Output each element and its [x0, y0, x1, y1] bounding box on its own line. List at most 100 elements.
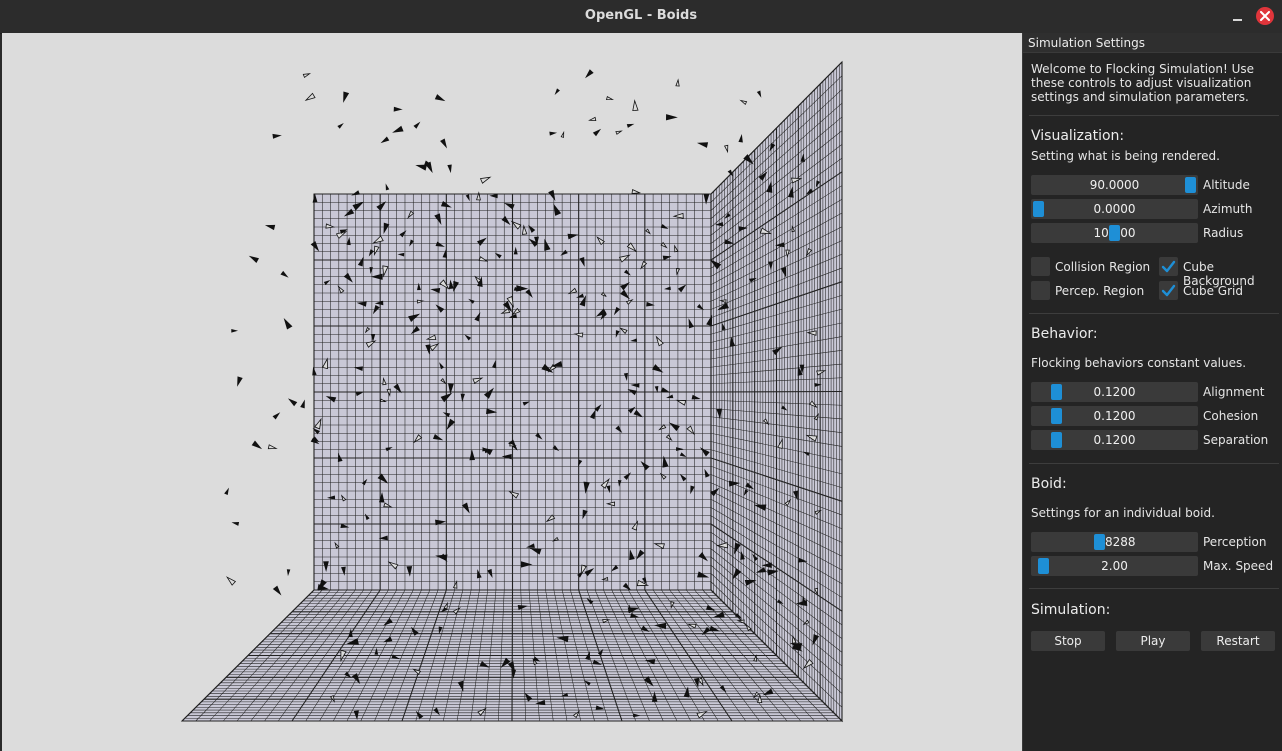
boid-icon [304, 92, 316, 101]
window-title: OpenGL - Boids [584, 8, 698, 23]
boid-icon [248, 255, 260, 263]
cube-grid-label: Cube Grid [1183, 284, 1243, 298]
perception-slider[interactable]: 2.8288 [1031, 532, 1198, 552]
boid-icon [434, 94, 446, 102]
stop-button[interactable]: Stop [1031, 631, 1105, 651]
behavior-heading: Behavior: [1031, 326, 1098, 342]
boid-heading: Boid: [1031, 476, 1067, 492]
grid-line [710, 390, 843, 393]
boid-icon [632, 99, 639, 112]
boid-icon [267, 444, 278, 450]
boid-icon [393, 106, 403, 112]
cohesion-slider[interactable]: 0.1200 [1031, 406, 1198, 426]
boid-icon [554, 88, 560, 95]
boid-icon [696, 142, 709, 148]
boid-icon [626, 123, 635, 128]
boid-icon [447, 164, 452, 174]
minimize-button[interactable] [1229, 7, 1247, 25]
boid-icon [675, 78, 680, 87]
boid-icon [385, 183, 390, 191]
azimuth-label: Azimuth [1203, 202, 1253, 216]
boid-icon [587, 116, 597, 122]
visualization-heading: Visualization: [1031, 128, 1125, 144]
boid-icon [225, 576, 237, 586]
boid-icon [592, 128, 602, 137]
perception-knob[interactable] [1093, 534, 1105, 550]
cube-background-checkbox[interactable] [1159, 257, 1178, 276]
boid-icon [756, 90, 762, 98]
play-button[interactable]: Play [1116, 631, 1190, 651]
azimuth-knob[interactable] [1033, 201, 1044, 217]
percep-region-checkbox[interactable] [1031, 281, 1050, 300]
separator [1029, 463, 1279, 464]
behavior-desc: Flocking behaviors constant values. [1031, 356, 1247, 370]
max-speed-label: Max. Speed [1203, 559, 1274, 573]
restart-button[interactable]: Restart [1201, 631, 1275, 651]
percep-region-label: Percep. Region [1055, 284, 1145, 298]
boid-icon [283, 317, 293, 330]
boid-icon [251, 440, 263, 450]
cube-grid-checkbox[interactable] [1159, 281, 1178, 300]
boid-icon [605, 96, 614, 101]
boid-icon [231, 328, 239, 333]
radius-label: Radius [1203, 226, 1244, 240]
perception-value: 2.8288 [1093, 535, 1136, 549]
close-button[interactable] [1256, 7, 1274, 25]
alignment-slider[interactable]: 0.1200 [1031, 382, 1198, 402]
altitude-slider[interactable]: 90.0000 [1031, 175, 1198, 195]
collision-region-label: Collision Region [1055, 260, 1151, 274]
collision-region-checkbox[interactable] [1031, 257, 1050, 276]
separator [1029, 313, 1279, 314]
separator [1029, 115, 1279, 116]
boid-icon [300, 399, 305, 409]
boids-scene [180, 60, 844, 723]
title-bar: OpenGL - Boids [0, 0, 1282, 34]
boid-icon [272, 412, 281, 420]
panel-header[interactable]: Simulation Settings [1023, 33, 1282, 53]
boid-icon [665, 114, 678, 121]
boid-icon [585, 69, 594, 79]
max-speed-slider[interactable]: 2.00 [1031, 556, 1198, 576]
max-speed-knob[interactable] [1037, 558, 1049, 574]
radius-knob[interactable] [1109, 225, 1120, 241]
boid-icon [224, 487, 229, 495]
boid-icon [264, 224, 276, 231]
radius-slider[interactable]: 100.00 [1031, 223, 1198, 243]
boid-icon [724, 144, 729, 154]
separator [1029, 588, 1279, 589]
cohesion-knob[interactable] [1051, 408, 1063, 424]
altitude-label: Altitude [1203, 178, 1250, 192]
boid-icon [302, 73, 312, 79]
azimuth-value: 0.0000 [1093, 202, 1136, 216]
boid-icon [286, 569, 291, 577]
boid-icon [287, 398, 298, 407]
boid-icon [560, 130, 565, 138]
opengl-viewport[interactable] [2, 33, 1022, 751]
altitude-value: 90.0000 [1089, 178, 1140, 192]
simulation-settings-panel: Simulation Settings Welcome to Flocking … [1022, 33, 1282, 751]
cohesion-label: Cohesion [1203, 409, 1259, 423]
boid-icon [479, 176, 492, 184]
separation-slider[interactable]: 0.1200 [1031, 430, 1198, 450]
boid-icon [425, 161, 433, 174]
boid-icon [237, 376, 243, 387]
visualization-desc: Setting what is being rendered. [1031, 149, 1220, 163]
boid-desc: Settings for an individual boid. [1031, 506, 1215, 520]
azimuth-slider[interactable]: 0.0000 [1031, 199, 1198, 219]
boid-icon [343, 91, 350, 103]
close-icon [1260, 11, 1270, 21]
simulation-heading: Simulation: [1031, 602, 1111, 618]
boid-icon [272, 585, 282, 596]
altitude-knob[interactable] [1185, 177, 1196, 193]
boid-icon [413, 121, 421, 129]
checkmark-icon [1161, 284, 1176, 297]
separation-knob[interactable] [1051, 432, 1063, 448]
separation-label: Separation [1203, 433, 1269, 447]
intro-text: Welcome to Flocking Simulation! Use thes… [1031, 62, 1255, 104]
boid-icon [272, 133, 282, 139]
alignment-knob[interactable] [1051, 384, 1063, 400]
checkmark-icon [1161, 260, 1176, 273]
boid-icon [337, 123, 344, 129]
boid-icon [231, 521, 240, 526]
max-speed-value: 2.00 [1101, 559, 1128, 573]
